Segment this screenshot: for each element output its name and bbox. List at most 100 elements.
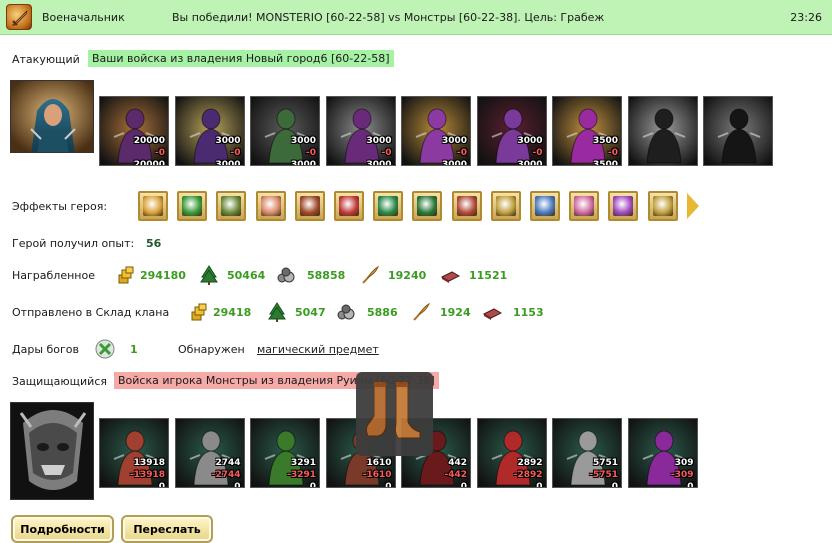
- ring-effect-icon[interactable]: [569, 191, 600, 221]
- gifts-label: Дары богов: [12, 343, 80, 356]
- blades-effect-icon[interactable]: [216, 191, 247, 221]
- drum-effect-icon[interactable]: [294, 191, 325, 221]
- handshake-effect-icon[interactable]: [412, 191, 443, 221]
- stone-icon: [336, 302, 356, 322]
- unit-loss: -0: [457, 148, 467, 158]
- unit-loss: -2744: [211, 470, 241, 480]
- attacker-hero-portrait[interactable]: [10, 80, 94, 153]
- defender-hero-portrait[interactable]: [10, 402, 94, 500]
- looted-label: Награбленное: [12, 269, 95, 282]
- attacker-source: Ваши войска из владения Новый город6 [60…: [88, 50, 394, 67]
- unit-count: 3000: [441, 136, 467, 146]
- unit-count: 3500: [592, 136, 618, 146]
- effects-scroll-right-icon[interactable]: [687, 193, 699, 219]
- sword-effect-icon[interactable]: [177, 191, 208, 221]
- unit-remaining: 3500: [592, 160, 618, 166]
- dice-effect-icon[interactable]: [334, 191, 364, 221]
- coins-effect-icon[interactable]: [138, 191, 168, 221]
- defender-unit-card[interactable]: 5751 -5751 0: [552, 418, 622, 488]
- unit-loss: -3291: [287, 470, 316, 480]
- unit-remaining: 0: [611, 482, 618, 488]
- attacker-unit-card[interactable]: 3000 -0 3000: [250, 96, 320, 166]
- clan-storage-value: 1924: [440, 306, 471, 319]
- forward-button[interactable]: Переслать: [121, 515, 213, 543]
- medal-effect-icon[interactable]: [490, 191, 521, 221]
- wood-icon: [199, 265, 219, 285]
- iron-icon: [440, 265, 461, 285]
- unit-loss: -13918: [129, 470, 165, 480]
- clan-storage-value: 5047: [295, 306, 326, 319]
- unit-loss: -2892: [513, 470, 543, 480]
- unit-loss: -0: [381, 148, 392, 158]
- unit-count: 309: [674, 458, 694, 468]
- unit-count: 3000: [366, 136, 392, 146]
- shield-effect-icon[interactable]: [373, 191, 404, 221]
- header-time: 23:26: [790, 11, 822, 24]
- looted-value: 50464: [227, 269, 266, 282]
- unit-count: 5751: [592, 458, 618, 468]
- clan-storage-value: 1153: [513, 306, 544, 319]
- attacker-unit-card[interactable]: [627, 96, 698, 166]
- unit-loss: -0: [608, 148, 618, 158]
- unit-remaining: 0: [234, 482, 241, 488]
- unit-loss: -1610: [362, 470, 392, 480]
- unit-remaining: 3000: [366, 160, 392, 166]
- armor-effect-icon[interactable]: [530, 191, 560, 221]
- unit-count: 1610: [366, 458, 392, 468]
- gifts-value: 1: [130, 343, 138, 356]
- unit-loss: -309: [670, 470, 694, 480]
- looted-value: 19240: [388, 269, 427, 282]
- defender-label: Защищающийся: [12, 375, 107, 388]
- unit-count: 3291: [290, 458, 316, 468]
- unit-count: 20000: [133, 136, 165, 146]
- sword-emblem-icon: [6, 4, 32, 30]
- unit-loss: -0: [532, 148, 543, 158]
- unit-remaining: 3000: [290, 160, 316, 166]
- defender-unit-card[interactable]: 3291 -3291 0: [250, 418, 320, 488]
- gold-icon: [189, 302, 209, 322]
- staff-effect-icon[interactable]: [647, 191, 678, 221]
- header-message: Вы победили! MONSTERIO [60-22-58] vs Мон…: [172, 11, 605, 24]
- unit-remaining: 0: [158, 482, 165, 488]
- unit-loss: -442: [444, 470, 467, 480]
- unit-remaining: 20000: [133, 160, 165, 166]
- effects-label: Эффекты героя:: [12, 200, 108, 213]
- defender-unit-card[interactable]: 309 -309 0: [627, 418, 698, 488]
- attacker-unit-card[interactable]: 20000 -0 20000: [99, 96, 169, 166]
- unit-remaining: 0: [536, 482, 543, 488]
- header-role: Военачальник: [42, 11, 125, 24]
- defender-unit-card[interactable]: 2744 -2744 0: [174, 418, 245, 488]
- unit-loss: -0: [230, 148, 241, 158]
- unit-count: 2892: [517, 458, 543, 468]
- attacker-unit-card[interactable]: [703, 96, 773, 166]
- gold-icon: [116, 265, 136, 285]
- unit-loss: -5751: [589, 470, 618, 480]
- unit-count: 2744: [215, 458, 241, 468]
- attacker-unit-card[interactable]: 3000 -0 3000: [476, 96, 547, 166]
- gods-gift-icon: [95, 339, 115, 359]
- defender-unit-card[interactable]: 13918 -13918 0: [99, 418, 169, 488]
- report-header: Военачальник Вы победили! MONSTERIO [60-…: [0, 0, 832, 35]
- wraith-unit-icon: [704, 97, 772, 165]
- unit-count: 3000: [215, 136, 241, 146]
- experience-value: 56: [146, 237, 162, 250]
- hand-effect-icon[interactable]: [255, 191, 286, 221]
- details-button[interactable]: Подробности: [11, 515, 114, 543]
- unit-remaining: 0: [309, 482, 316, 488]
- tent-effect-icon[interactable]: [451, 191, 482, 221]
- item-tooltip: [356, 372, 433, 456]
- attacker-unit-card[interactable]: 3000 -0 3000: [174, 96, 245, 166]
- defender-unit-card[interactable]: 2892 -2892 0: [476, 418, 547, 488]
- iron-icon: [482, 302, 503, 322]
- wheat-icon: [411, 302, 431, 322]
- magic-item-link[interactable]: магический предмет: [257, 343, 379, 356]
- necklace-effect-icon[interactable]: [608, 191, 639, 221]
- attacker-unit-card[interactable]: 3000 -0 3000: [401, 96, 471, 166]
- attacker-unit-card[interactable]: 3500 -0 3500: [552, 96, 622, 166]
- looted-value: 58858: [307, 269, 346, 282]
- unit-loss: -0: [155, 148, 165, 158]
- boots-icon: [365, 381, 421, 439]
- attacker-unit-card[interactable]: 3000 -0 3000: [325, 96, 396, 166]
- clan-storage-label: Отправлено в Склад клана: [12, 306, 170, 319]
- clan-storage-value: 5886: [367, 306, 398, 319]
